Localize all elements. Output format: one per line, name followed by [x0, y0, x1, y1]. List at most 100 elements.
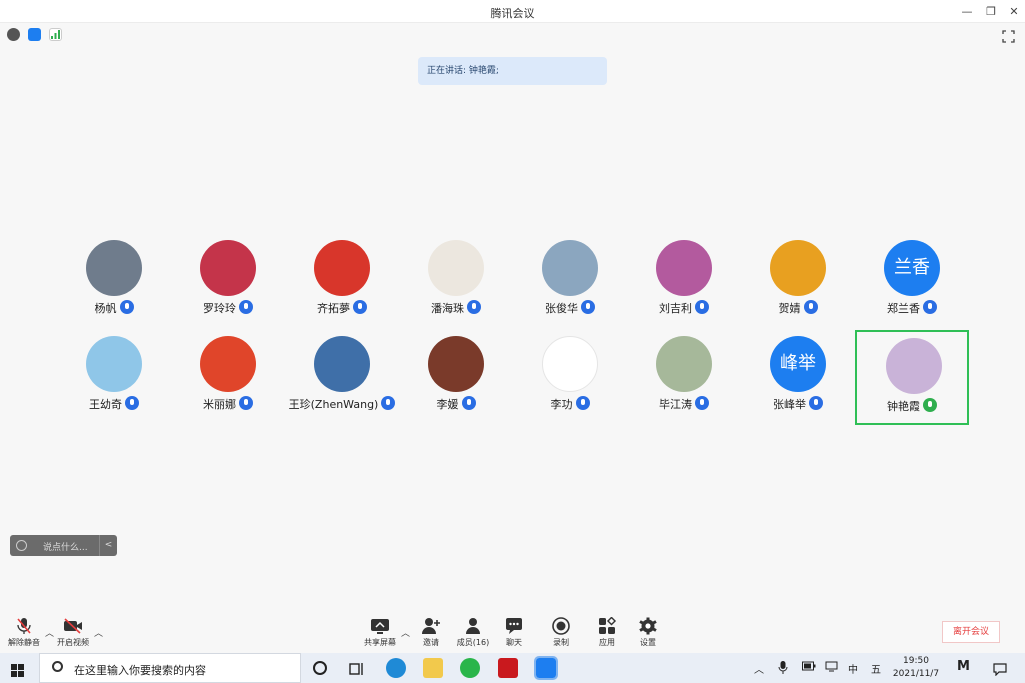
record-button[interactable]: 录制	[541, 617, 581, 649]
collapse-chat-button[interactable]: <	[99, 535, 117, 556]
tencent-meeting-icon[interactable]	[534, 656, 558, 680]
speaking-banner: 正在讲话: 钟艳霞;	[418, 57, 607, 85]
battery-icon[interactable]	[802, 661, 816, 674]
participant-tile[interactable]: 李媛	[399, 330, 513, 425]
notification-icon[interactable]	[993, 661, 1007, 677]
clock-time: 19:50	[903, 656, 929, 666]
participant-name: 李媛	[436, 398, 459, 411]
participant-tile[interactable]: 王珍(ZhenWang)	[285, 330, 399, 425]
participant-name-row: 毕江涛	[627, 396, 741, 412]
avatar	[200, 240, 256, 296]
participant-tile[interactable]: 张俊华	[513, 234, 627, 329]
tray-expand-chevron-icon[interactable]: ︿	[754, 661, 764, 676]
avatar-text	[656, 240, 712, 296]
gear-icon	[628, 617, 668, 635]
microphone-icon	[461, 396, 476, 410]
participant-name: 毕江涛	[659, 398, 692, 411]
avatar: 峰举	[770, 336, 826, 392]
video-options-chevron-icon[interactable]: ︿	[94, 626, 103, 639]
settings-label: 设置	[640, 638, 656, 647]
apps-label: 应用	[599, 638, 615, 647]
participant-tile[interactable]: 齐拓夢	[285, 234, 399, 329]
avatar-text	[314, 336, 370, 392]
windows-start-icon[interactable]	[11, 662, 24, 677]
chat-button[interactable]: 聊天	[494, 617, 534, 649]
record-icon	[541, 617, 581, 635]
chat-input[interactable]: 说点什么... <	[10, 535, 117, 556]
avatar	[770, 240, 826, 296]
participant-tile[interactable]: 刘吉利	[627, 234, 741, 329]
avatar-text	[200, 336, 256, 392]
participant-tile[interactable]: 李功	[513, 330, 627, 425]
participant-name: 杨帆	[94, 302, 117, 315]
participant-tile[interactable]: 王幼奇	[57, 330, 171, 425]
avatar	[314, 336, 370, 392]
participant-name-row: 张峰举	[741, 396, 855, 412]
ime-mode-indicator[interactable]: 五	[871, 661, 881, 676]
apps-button[interactable]: 应用	[587, 616, 627, 649]
participant-name-row: 郑兰香	[855, 300, 969, 316]
participant-tile[interactable]: 米丽娜	[171, 330, 285, 425]
emoji-icon[interactable]	[16, 540, 27, 551]
info-icon[interactable]	[7, 28, 20, 41]
app-tray-icon[interactable]: M	[957, 659, 970, 674]
participant-tile[interactable]: 杨帆	[57, 234, 171, 329]
pdf-reader-icon[interactable]	[498, 658, 518, 678]
avatar	[542, 240, 598, 296]
participant-tile[interactable]: 罗玲玲	[171, 234, 285, 329]
participant-tile[interactable]: 钟艳霞	[855, 330, 969, 425]
avatar-text	[542, 240, 598, 296]
close-button[interactable]: ✕	[1003, 3, 1025, 20]
participant-tile[interactable]: 潘海珠	[399, 234, 513, 329]
shield-icon[interactable]	[28, 28, 41, 41]
microphone-icon	[239, 300, 253, 314]
participant-name-row: 贺婧	[741, 300, 855, 316]
wechat-icon[interactable]	[460, 658, 480, 678]
microphone-icon	[125, 396, 139, 410]
participant-tile[interactable]: 贺婧	[741, 234, 855, 329]
mute-label: 解除静音	[8, 638, 40, 647]
settings-button[interactable]: 设置	[628, 617, 668, 649]
taskbar-clock[interactable]: 19:50 2021/11/7	[886, 655, 946, 681]
edge-browser-icon[interactable]	[386, 658, 406, 678]
members-button[interactable]: 成员(16)	[453, 617, 493, 649]
microphone-tray-icon[interactable]	[778, 661, 788, 677]
participant-tile[interactable]: 毕江涛	[627, 330, 741, 425]
participant-name: 李功	[550, 398, 573, 411]
file-explorer-icon[interactable]	[423, 658, 443, 678]
avatar-text: 兰香	[894, 257, 930, 278]
avatar	[428, 240, 484, 296]
mute-button[interactable]: 解除静音	[4, 617, 44, 649]
ime-language-indicator[interactable]: 中	[848, 661, 858, 676]
cortana-icon[interactable]	[313, 661, 327, 675]
microphone-muted-icon	[4, 617, 44, 635]
signal-icon[interactable]	[49, 28, 62, 41]
participant-name-row: 米丽娜	[171, 396, 285, 412]
avatar	[656, 336, 712, 392]
participant-tile[interactable]: 峰举 张峰举	[741, 330, 855, 425]
fullscreen-icon[interactable]	[1002, 28, 1015, 43]
avatar-text	[200, 240, 256, 296]
invite-button[interactable]: 邀请	[411, 617, 451, 649]
avatar	[542, 336, 598, 392]
share-options-chevron-icon[interactable]: ︿	[401, 626, 410, 639]
participant-tile[interactable]: 兰香 郑兰香	[855, 234, 969, 329]
video-button[interactable]: 开启视频	[53, 617, 93, 649]
participant-name: 潘海珠	[431, 302, 464, 315]
participant-name-row: 张俊华	[513, 300, 627, 316]
share-screen-button[interactable]: 共享屏幕	[360, 617, 400, 649]
microphone-icon	[923, 300, 937, 314]
minimize-button[interactable]: —	[956, 3, 978, 20]
network-icon[interactable]	[825, 661, 838, 675]
meeting-window: 腾讯会议 — ❐ ✕ 正在讲话: 钟艳霞; 杨帆 罗玲玲 齐拓夢 潘海珠 张俊华 刘吉利 贺…	[0, 0, 1025, 683]
microphone-icon	[809, 396, 823, 410]
avatar-text	[886, 338, 942, 394]
leave-meeting-button[interactable]: 离开会议	[942, 621, 1000, 643]
taskbar-search-input[interactable]: 在这里输入你要搜索的内容	[39, 653, 301, 683]
participant-name-row: 罗玲玲	[171, 300, 285, 316]
participant-name-row: 潘海珠	[399, 300, 513, 316]
members-icon	[453, 617, 493, 635]
microphone-icon	[353, 300, 367, 314]
task-view-icon[interactable]	[349, 661, 365, 675]
restore-button[interactable]: ❐	[980, 3, 1002, 20]
